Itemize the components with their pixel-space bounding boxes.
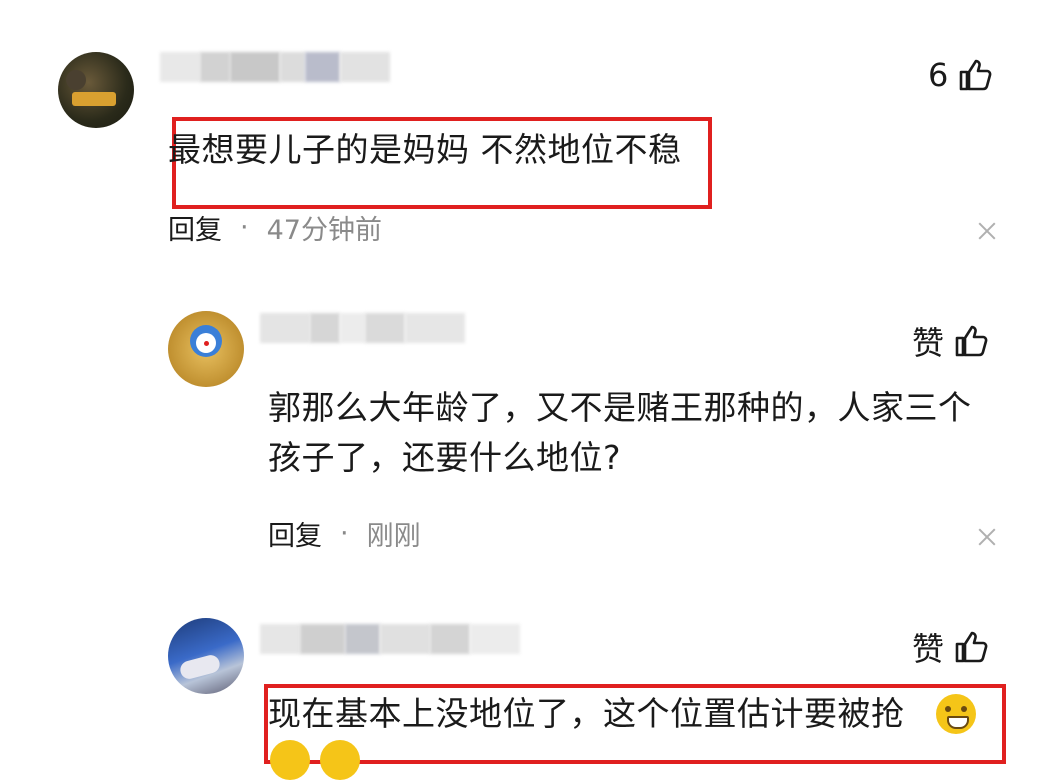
username-blurred[interactable]: [260, 624, 520, 654]
timestamp: 47分钟前: [266, 215, 382, 246]
close-icon[interactable]: [978, 528, 996, 546]
like-label: 赞: [912, 630, 945, 668]
thumbs-up-icon: [958, 58, 992, 92]
comment-text: 最想要儿子的是妈妈 不然地位不稳: [168, 130, 682, 169]
avatar[interactable]: [58, 52, 134, 128]
comment-meta: 回复 · 刚刚: [268, 514, 421, 553]
reply-button[interactable]: 回复: [168, 208, 222, 247]
like-label: 赞: [912, 324, 945, 362]
meta-separator: ·: [340, 518, 349, 549]
like-count: 6: [928, 56, 949, 94]
comment-text-line-2: 孩子了，还要什么地位?: [268, 438, 622, 477]
username-blurred[interactable]: [260, 313, 470, 343]
timestamp: 刚刚: [366, 521, 421, 552]
close-icon[interactable]: [978, 222, 996, 240]
emoji-icon: [936, 694, 976, 734]
comment-text-line-1: 郭那么大年龄了，又不是赌王那种的，人家三个: [268, 388, 972, 427]
like-button[interactable]: 6: [928, 56, 992, 94]
like-button[interactable]: 赞: [912, 318, 988, 364]
username-blurred[interactable]: [160, 52, 390, 82]
like-button[interactable]: 赞: [912, 624, 988, 670]
thumbs-up-icon: [954, 324, 988, 358]
emoji-icon: [320, 740, 360, 780]
reply-button[interactable]: 回复: [268, 514, 322, 553]
comment-meta: 回复 · 47分钟前: [168, 208, 382, 247]
avatar[interactable]: [168, 311, 244, 387]
meta-separator: ·: [240, 212, 249, 243]
emoji-icon: [270, 740, 310, 780]
avatar[interactable]: [168, 618, 244, 694]
comment-text: 现在基本上没地位了，这个位置估计要被抢: [268, 694, 905, 733]
thumbs-up-icon: [954, 630, 988, 664]
